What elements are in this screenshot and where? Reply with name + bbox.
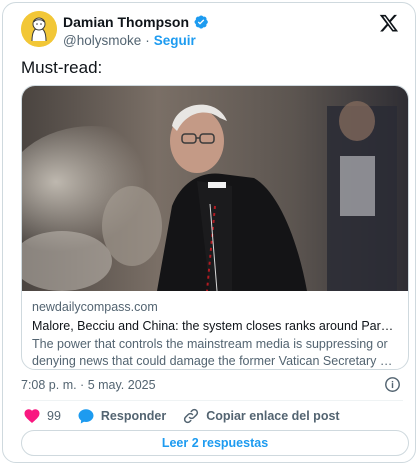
reply-action[interactable]: Responder (77, 407, 166, 425)
link-domain: newdailycompass.com (32, 300, 158, 314)
reply-label: Responder (100, 409, 167, 423)
info-icon[interactable] (384, 376, 401, 393)
x-logo-icon[interactable] (379, 13, 399, 33)
like-action[interactable]: 99 (23, 407, 61, 425)
post-meta-row: 7:08 p. m. · 5 may. 2025 (21, 375, 403, 395)
author-display-name[interactable]: Damian Thompson (63, 14, 189, 30)
follow-button[interactable]: Seguir (154, 33, 196, 48)
post-text: Must-read: (21, 58, 103, 77)
link-description: The power that controls the mainstream m… (32, 337, 391, 368)
post-timestamp[interactable]: 7:08 p. m. · 5 may. 2025 (21, 378, 156, 392)
read-replies-button[interactable]: Leer 2 respuestas (21, 430, 409, 456)
link-preview-meta: newdailycompass.com Malore, Becciu and C… (32, 299, 398, 369)
actions-divider (21, 400, 403, 401)
reply-bubble-icon (78, 409, 94, 424)
heart-icon (24, 409, 40, 423)
post-header: Damian Thompson @holysmoke · Seguir (21, 11, 403, 51)
author-names: Damian Thompson @holysmoke · Seguir (63, 13, 209, 49)
link-preview-card[interactable]: newdailycompass.com Malore, Becciu and C… (21, 85, 409, 370)
post-actions: 99 Responder Copiar enlace del post (23, 406, 356, 426)
copy-link-label: Copiar enlace del post (206, 409, 340, 423)
link-icon (184, 408, 199, 424)
avatar-illustration (21, 11, 57, 47)
embedded-post-card: Damian Thompson @holysmoke · Seguir Must… (2, 2, 416, 463)
author-avatar[interactable] (21, 11, 57, 47)
link-title: Malore, Becciu and China: the system clo… (32, 319, 398, 333)
handle-separator: · (145, 32, 150, 48)
verified-badge-icon (194, 14, 208, 29)
copy-link-action[interactable]: Copiar enlace del post (182, 407, 340, 425)
link-preview-image (22, 86, 408, 291)
like-count: 99 (47, 409, 61, 423)
author-handle[interactable]: @holysmoke (63, 33, 141, 48)
